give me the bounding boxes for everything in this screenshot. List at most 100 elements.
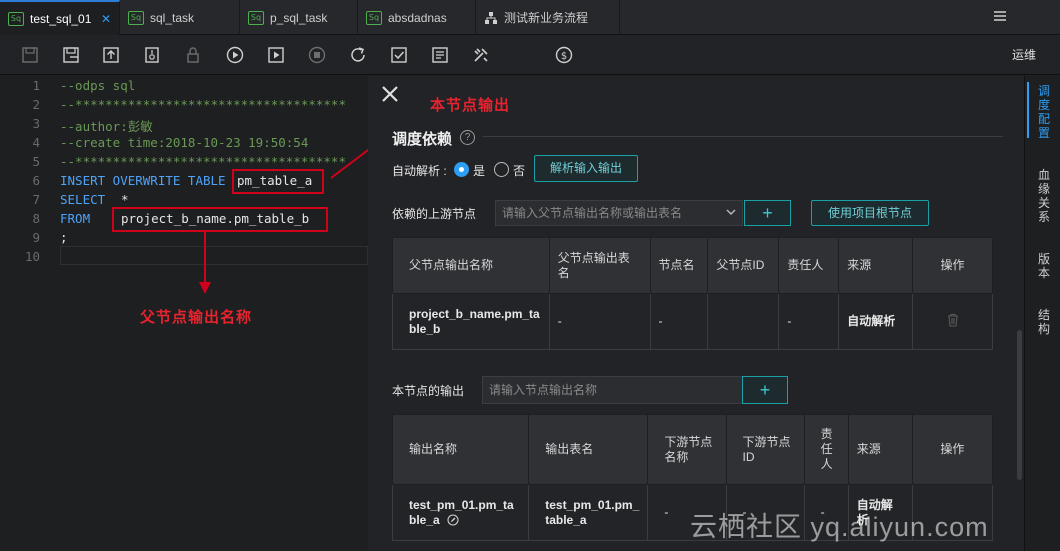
output-placeholder: 请输入节点输出名称 [489,383,598,397]
sql-keyword: INSERT OVERWRITE TABLE [60,173,226,188]
cell-output-name: test_pm_01.pm_table_a [391,484,530,541]
annotation-node-output: 本节点输出 [430,96,511,114]
auto-parse-yes-radio[interactable] [454,162,469,177]
svg-text:$: $ [561,51,567,62]
section-divider [483,136,1003,137]
column-header: 父节点输出表名 [548,237,651,294]
edit-icon[interactable] [447,514,459,526]
sidebar-item-version[interactable]: 版本 [1037,252,1051,280]
tab-label: p_sql_task [270,10,328,25]
reload-icon[interactable] [348,45,368,65]
tab-absdadnas[interactable]: Sq absdadnas [358,0,476,35]
cell-output-name: project_b_name.pm_table_b [392,293,550,350]
help-icon[interactable]: ? [460,130,475,145]
run-icon[interactable] [225,45,245,65]
column-header: 输出名称 [391,414,530,485]
delete-icon[interactable] [946,313,960,327]
editor-toolbar: $ 运维 [0,35,1060,75]
check-icon[interactable] [389,45,409,65]
sql-keyword: FROM [60,211,91,226]
steal-lock-icon[interactable] [142,45,162,65]
close-tab-icon[interactable]: ✕ [101,12,111,26]
tab-sql-task[interactable]: Sq sql_task [120,0,240,35]
close-icon[interactable] [380,84,400,104]
code-line: --author:彭敏 [60,119,153,134]
save-icon[interactable] [20,45,40,65]
code-line: ; [60,230,68,245]
cell-table-name: test_pm_01.pm_table_a [528,484,649,541]
tab-label: test_sql_01 [30,11,92,26]
cell-node-name: - [649,293,709,350]
column-header: 操作 [912,237,993,294]
code-line: --create time:2018-10-23 19:50:54 [60,135,309,150]
cell-source: 自动解析 [838,293,914,350]
column-header: 父节点ID [707,237,780,294]
tab-label: sql_task [150,10,195,25]
file-tab-bar: Sq test_sql_01 ✕ Sq sql_task Sq p_sql_ta… [0,0,1060,35]
add-output-button[interactable]: + [742,376,788,404]
upstream-label: 依赖的上游节点 [392,207,477,221]
sidebar-item-structure[interactable]: 结构 [1037,308,1051,336]
lock-icon[interactable] [183,45,203,65]
column-header: 下游节点ID [725,414,805,485]
tab-p-sql-task[interactable]: Sq p_sql_task [240,0,358,35]
submit-icon[interactable] [101,45,121,65]
column-header: 来源 [847,414,913,485]
output-name-input[interactable]: 请输入节点输出名称 [482,376,744,404]
line-number: 7 [32,192,40,207]
upstream-search-input[interactable]: 请输入父节点输出名称或输出表名 [495,200,743,226]
auto-parse-no-radio[interactable] [494,162,509,177]
column-header: 责任人 [803,414,849,485]
right-sidebar: 调度配置 血缘关系 版本 结构 [1024,76,1060,551]
code-line: --odps sql [60,78,136,93]
save-as-icon[interactable] [61,45,81,65]
column-header: 来源 [838,237,914,294]
run-with-params-icon[interactable] [266,45,286,65]
cell-action [912,293,993,350]
tab-test-sql-01[interactable]: Sq test_sql_01 ✕ [0,0,120,35]
tools-icon[interactable] [471,45,491,65]
format-icon[interactable] [430,45,450,65]
line-number: 10 [24,249,40,264]
parse-io-button[interactable]: 解析输入输出 [534,155,638,182]
tab-label: 测试新业务流程 [504,11,589,25]
panel-scrollbar[interactable] [1017,330,1022,480]
tab-menu-icon[interactable] [992,9,1008,23]
cell-table-name: - [548,293,651,350]
column-header: 下游节点名称 [647,414,727,485]
column-header: 操作 [911,414,994,485]
line-number: 9 [32,230,40,245]
line-number: 6 [32,173,40,188]
line-number: 2 [32,97,40,112]
operations-link[interactable]: 运维 [1012,46,1036,63]
line-number: 1 [32,78,40,93]
column-header: 父节点输出名称 [392,237,550,294]
annotation-box-parent [112,207,328,232]
sidebar-item-lineage[interactable]: 血缘关系 [1037,168,1051,224]
upstream-placeholder: 请输入父节点输出名称或输出表名 [502,206,683,220]
auto-parse-label: 自动解析 : [392,164,447,178]
sql-icon: Sq [248,10,264,25]
select-columns: * [121,192,129,207]
annotation-parent-output: 父节点输出名称 [140,308,253,326]
line-number: 5 [32,154,40,169]
tab-workflow[interactable]: 测试新业务流程 [476,0,620,35]
tab-label: absdadnas [388,10,447,25]
sql-icon: Sq [8,11,24,26]
add-upstream-button[interactable]: + [744,200,791,226]
annotation-box-output [232,169,324,194]
cost-icon[interactable]: $ [554,45,574,65]
upstream-table: 父节点输出名称 父节点输出表名 节点名 父节点ID 责任人 来源 操作 proj… [392,237,993,350]
auto-parse-no-label: 否 [513,164,526,178]
use-root-node-button[interactable]: 使用项目根节点 [811,200,929,226]
code-line: --************************************ [60,97,346,112]
watermark: 云栖社区 yq.aliyun.com [690,512,989,542]
stop-icon[interactable] [307,45,327,65]
sql-editor[interactable]: 1 --odps sql 2 --***********************… [0,76,368,551]
table-row: project_b_name.pm_table_b - - - 自动解析 [392,293,993,350]
active-indicator [1027,82,1029,138]
auto-parse-yes-label: 是 [473,164,486,178]
output-name-text: test_pm_01.pm_table_a [409,497,514,527]
column-header: 责任人 [778,237,840,294]
sidebar-item-schedule-config[interactable]: 调度配置 [1037,84,1051,140]
